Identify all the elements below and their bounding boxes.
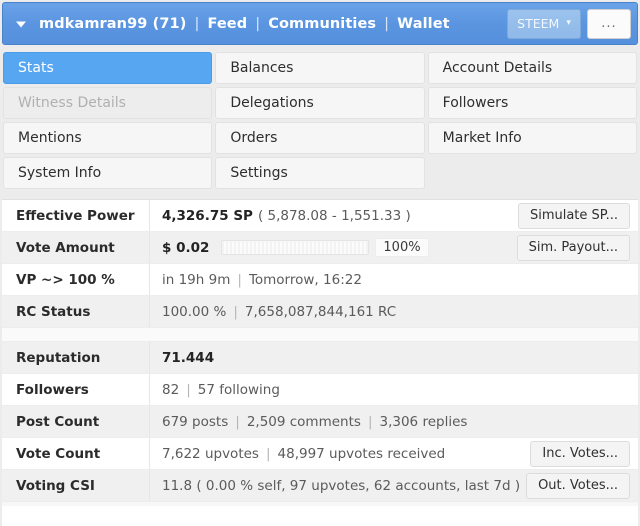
nav-links: mdkamran99 (71) | Feed | Communities | W… (39, 16, 450, 32)
tab-delegations[interactable]: Delegations (215, 87, 425, 119)
row-label-rc-status: RC Status (2, 296, 150, 327)
following-count: 57 following (197, 381, 280, 398)
tab-witness-details: Witness Details (3, 87, 213, 119)
value-separator: | (265, 445, 271, 462)
row-label-followers: Followers (2, 374, 150, 405)
table-row: Effective Power 4,326.75 SP ( 5,878.08 -… (2, 200, 638, 232)
chevron-down-icon: ▾ (566, 18, 571, 28)
tab-grid: Stats Balances Account Details Witness D… (3, 49, 637, 191)
table-row: Vote Count 7,622 upvotes | 48,997 upvote… (2, 438, 638, 470)
nav-item-username[interactable]: mdkamran99 (71) (39, 16, 186, 32)
voting-power-bar-track (221, 240, 370, 255)
effective-power-amount: 4,326.75 SP (162, 207, 253, 224)
row-action-vote-count: Inc. Votes... (530, 440, 638, 467)
row-value-vote-count: 7,622 upvotes | 48,997 upvotes received (150, 438, 530, 469)
section-spacer (2, 328, 638, 342)
chain-selector-label: STEEM (517, 16, 560, 31)
posts-count: 679 posts (162, 413, 229, 430)
chain-selector[interactable]: STEEM ▾ (507, 8, 581, 39)
row-value-voting-csi: 11.8 ( 0.00 % self, 97 upvotes, 62 accou… (150, 470, 526, 501)
nav-item-wallet[interactable]: Wallet (397, 16, 450, 32)
comments-count: 2,509 comments (246, 413, 361, 430)
nav-separator-3: | (384, 15, 390, 32)
table-row: Voting CSI 11.8 ( 0.00 % self, 97 upvote… (2, 470, 638, 502)
row-label-vote-count: Vote Count (2, 438, 150, 469)
row-label-reputation: Reputation (2, 342, 150, 373)
row-action-vote-amount: Sim. Payout... (516, 234, 638, 261)
rc-percent: 100.00 % (162, 303, 227, 320)
top-navigation-bar: mdkamran99 (71) | Feed | Communities | W… (2, 2, 638, 45)
tab-placeholder (428, 157, 637, 189)
vp-full-datetime: Tomorrow, 16:22 (248, 271, 362, 288)
upvotes-received: 48,997 upvotes received (277, 445, 446, 462)
voting-csi-value: 11.8 ( 0.00 % self, 97 upvotes, 62 accou… (162, 477, 521, 494)
row-label-voting-csi: Voting CSI (2, 470, 150, 501)
tab-followers[interactable]: Followers (427, 87, 637, 119)
nav-separator-1: | (194, 15, 200, 32)
tab-system-info[interactable]: System Info (3, 157, 213, 189)
incoming-votes-button[interactable]: Inc. Votes... (530, 440, 630, 467)
tab-settings[interactable]: Settings (215, 157, 425, 189)
row-action-voting-csi: Out. Votes... (526, 472, 638, 499)
table-row: VP ~> 100 % in 19h 9m | Tomorrow, 16:22 (2, 264, 638, 296)
table-row: Post Count 679 posts | 2,509 comments | … (2, 406, 638, 438)
vp-remaining-time: in 19h 9m (162, 271, 231, 288)
row-action-effective-power: Simulate SP... (517, 202, 638, 229)
more-options-button[interactable]: ... (587, 8, 631, 39)
tab-mentions[interactable]: Mentions (3, 122, 213, 154)
row-value-post-count: 679 posts | 2,509 comments | 3,306 repli… (150, 406, 638, 437)
table-row: Followers 82 | 57 following (2, 374, 638, 406)
voting-power-bar-fill (222, 241, 369, 254)
vote-amount-value: $ 0.02 (162, 239, 210, 256)
value-separator: | (233, 303, 238, 320)
app-window: mdkamran99 (71) | Feed | Communities | W… (0, 0, 640, 526)
row-label-effective-power: Effective Power (2, 200, 150, 231)
tab-account-details[interactable]: Account Details (427, 52, 637, 84)
row-value-followers: 82 | 57 following (150, 374, 638, 405)
nav-item-communities[interactable]: Communities (268, 16, 376, 32)
row-value-vp-to-100: in 19h 9m | Tomorrow, 16:22 (150, 264, 638, 295)
nav-item-feed[interactable]: Feed (207, 16, 247, 32)
voting-power-progress: 100% (221, 238, 429, 257)
row-label-vote-amount: Vote Amount (2, 232, 150, 263)
table-row: RC Status 100.00 % | 7,658,087,844,161 R… (2, 296, 638, 328)
voting-power-percent-label: 100% (375, 238, 429, 257)
followers-count: 82 (162, 381, 180, 398)
stats-table: Effective Power 4,326.75 SP ( 5,878.08 -… (2, 199, 638, 526)
tab-stats[interactable]: Stats (3, 52, 213, 84)
row-value-effective-power: 4,326.75 SP ( 5,878.08 - 1,551.33 ) (150, 200, 518, 231)
row-label-post-count: Post Count (2, 406, 150, 437)
value-separator: | (235, 413, 240, 430)
row-value-reputation: 71.444 (150, 342, 638, 373)
tab-balances[interactable]: Balances (215, 52, 425, 84)
outgoing-votes-button[interactable]: Out. Votes... (526, 472, 630, 499)
value-separator: | (367, 413, 373, 430)
rc-absolute: 7,658,087,844,161 RC (244, 303, 397, 320)
row-value-vote-amount: $ 0.02 100% (150, 232, 517, 263)
table-row: Vote Amount $ 0.02 100% Sim. Payout... (2, 232, 638, 264)
nav-separator-2: | (255, 15, 261, 32)
table-bottom-filler (2, 502, 638, 506)
simulate-sp-button[interactable]: Simulate SP... (517, 202, 630, 229)
row-value-rc-status: 100.00 % | 7,658,087,844,161 RC (150, 296, 638, 327)
tab-orders[interactable]: Orders (215, 122, 425, 154)
reputation-value: 71.444 (162, 349, 215, 366)
caret-down-icon[interactable] (11, 14, 31, 34)
value-separator: | (186, 381, 191, 398)
upvotes-given: 7,622 upvotes (162, 445, 259, 462)
row-label-vp-to-100: VP ~> 100 % (2, 264, 150, 295)
effective-power-range: ( 5,878.08 - 1,551.33 ) (257, 207, 411, 224)
tab-market-info[interactable]: Market Info (427, 122, 637, 154)
table-row: Reputation 71.444 (2, 342, 638, 374)
replies-count: 3,306 replies (379, 413, 468, 430)
sim-payout-button[interactable]: Sim. Payout... (516, 234, 630, 261)
value-separator: | (237, 271, 242, 288)
